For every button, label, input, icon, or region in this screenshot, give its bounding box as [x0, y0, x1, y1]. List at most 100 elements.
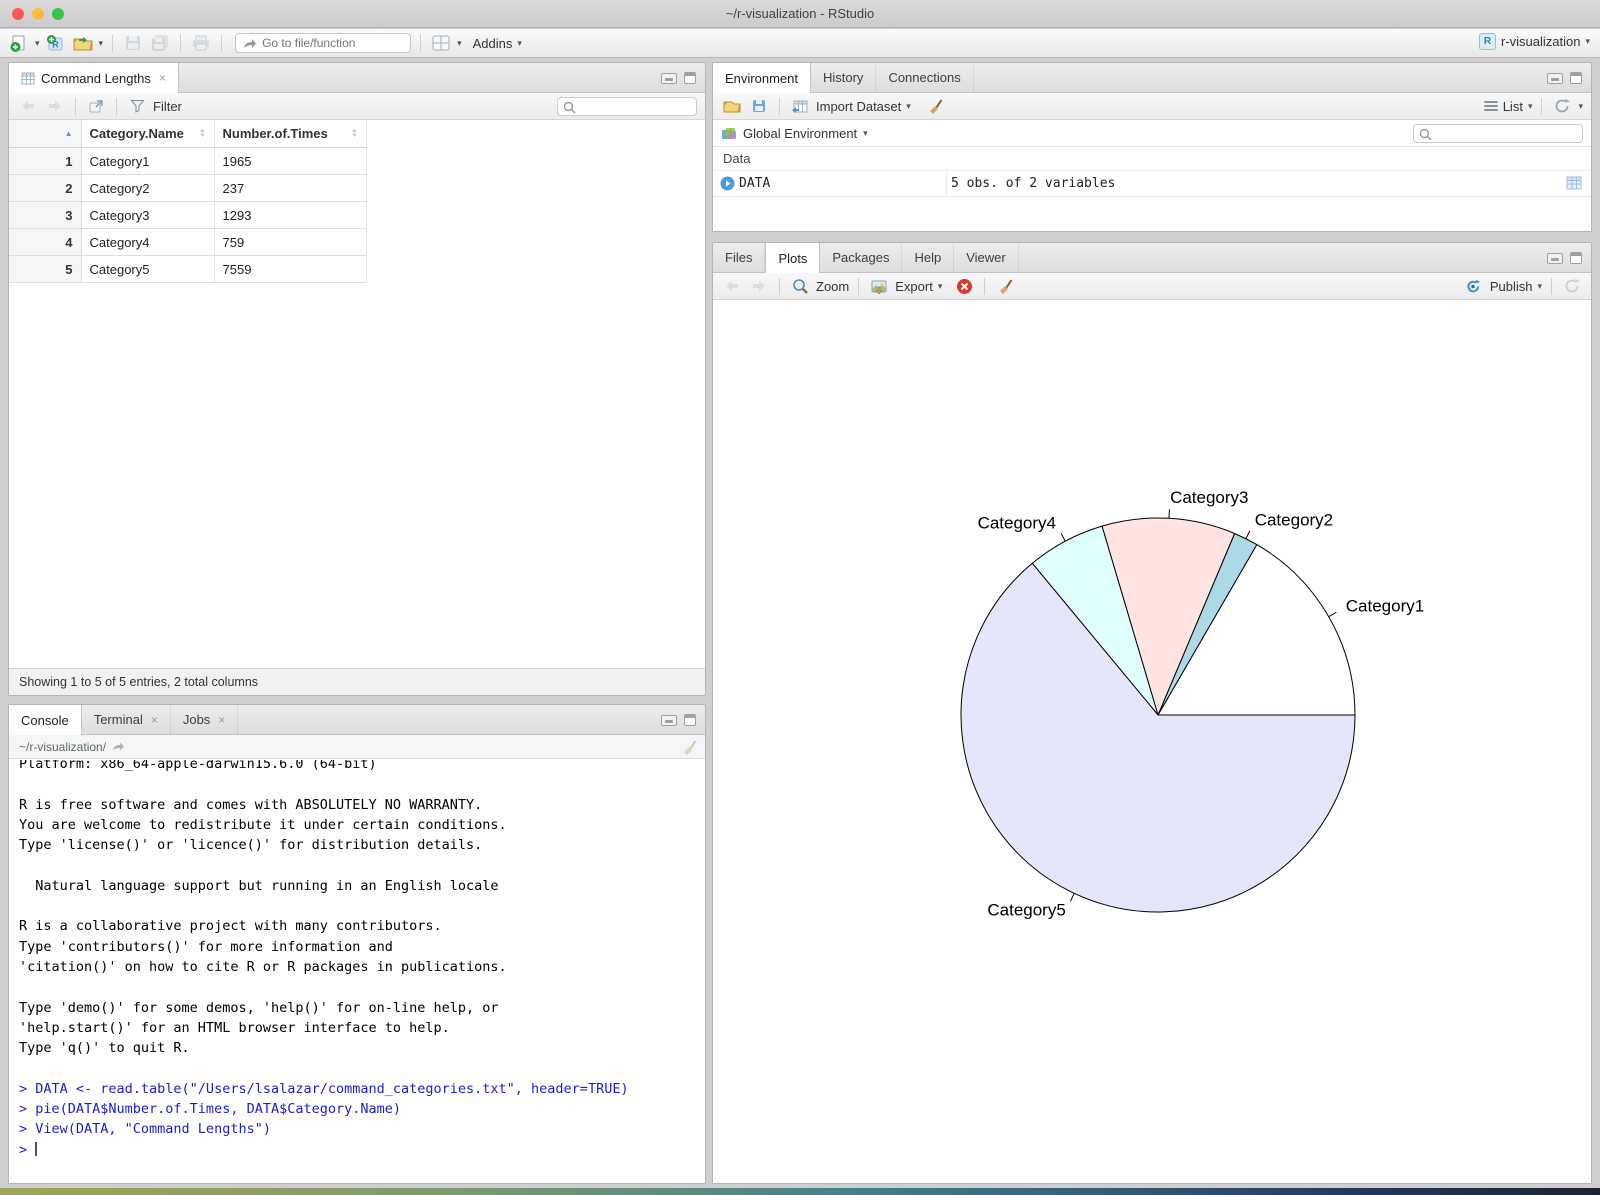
table-row[interactable]: 1 Category1 1965 [9, 147, 367, 175]
import-dataset-label[interactable]: Import Dataset [816, 99, 901, 114]
console-prompt-line[interactable]: > [19, 1140, 705, 1160]
view-table-icon[interactable] [1566, 176, 1582, 190]
row-number-header[interactable]: ▲ [9, 120, 82, 148]
tab-plots[interactable]: Plots [765, 243, 821, 273]
tab-command-lengths[interactable]: Command Lengths × [9, 63, 179, 93]
addins-caret-icon[interactable]: ▾ [517, 38, 522, 48]
forward-icon[interactable] [44, 95, 66, 117]
pane-layout-icon[interactable] [430, 32, 452, 54]
environment-scope-label[interactable]: Global Environment [743, 126, 857, 141]
remove-plot-icon[interactable] [953, 275, 975, 297]
viewer-search-box[interactable] [557, 96, 697, 116]
next-plot-icon[interactable] [748, 275, 770, 297]
print-icon[interactable] [190, 32, 212, 54]
table-row[interactable]: 4 Category4 759 [9, 228, 367, 256]
maximize-pane-button[interactable] [684, 72, 696, 84]
tab-files[interactable]: Files [713, 243, 766, 272]
tab-connections[interactable]: Connections [876, 63, 974, 92]
maximize-pane-button[interactable] [1570, 252, 1582, 264]
console-command-line: > View(DATA, "Command Lengths") [19, 1121, 271, 1138]
new-file-icon[interactable] [8, 32, 30, 54]
sort-icons[interactable]: ▲ ▼ [200, 128, 206, 139]
refresh-caret-icon[interactable]: ▾ [1578, 101, 1583, 111]
console-output[interactable]: Platform: x86_64-apple-darwin15.6.0 (64-… [9, 760, 705, 1183]
minimize-pane-button[interactable] [661, 714, 677, 726]
list-view-label[interactable]: List [1503, 99, 1523, 114]
publish-label[interactable]: Publish [1490, 279, 1533, 294]
tab-help[interactable]: Help [902, 243, 955, 272]
clear-console-icon[interactable] [681, 739, 697, 758]
open-file-icon[interactable] [72, 32, 94, 54]
save-workspace-icon[interactable] [748, 95, 770, 117]
column-header-number-of-times[interactable]: Number.of.Times ▲ ▼ [214, 120, 367, 148]
project-chooser[interactable]: R r-visualization ▾ [1478, 33, 1590, 50]
list-view-caret-icon[interactable]: ▾ [1528, 101, 1533, 111]
tab-packages[interactable]: Packages [820, 243, 903, 272]
minimize-pane-button[interactable] [1547, 72, 1563, 84]
pane-layout-caret-icon[interactable]: ▾ [457, 38, 462, 48]
open-file-caret-icon[interactable]: ▾ [99, 38, 104, 48]
refresh-icon[interactable] [1551, 95, 1573, 117]
console-output-line: Type 'contributors()' for more informati… [19, 938, 393, 955]
export-plot-icon[interactable] [868, 275, 890, 297]
column-header-category-name[interactable]: Category.Name ▲ ▼ [81, 120, 215, 148]
expand-object-icon[interactable] [720, 176, 735, 191]
text-cursor [35, 1141, 38, 1156]
filter-label[interactable]: Filter [153, 99, 182, 114]
previous-plot-icon[interactable] [721, 275, 743, 297]
tab-terminal[interactable]: Terminal × [82, 705, 171, 734]
publish-icon[interactable] [1463, 275, 1485, 297]
clear-all-plots-icon[interactable] [994, 275, 1016, 297]
environment-tabstrip: Environment History Connections [713, 63, 1591, 93]
publish-caret-icon[interactable]: ▾ [1537, 281, 1542, 291]
console-output-line: Type 'demo()' for some demos, 'help()' f… [19, 999, 499, 1016]
save-icon[interactable] [122, 32, 144, 54]
cell-number-of-times: 1293 [214, 201, 367, 229]
maximize-pane-button[interactable] [1570, 72, 1582, 84]
open-in-new-window-icon[interactable] [85, 95, 107, 117]
import-dataset-icon[interactable] [789, 95, 811, 117]
sort-icons[interactable]: ▲ ▼ [352, 128, 358, 139]
tab-environment[interactable]: Environment [713, 63, 811, 93]
save-all-icon[interactable] [149, 32, 171, 54]
load-workspace-icon[interactable] [721, 95, 743, 117]
tab-console[interactable]: Console [9, 705, 82, 735]
close-tab-icon[interactable]: × [151, 713, 158, 727]
refresh-plot-icon[interactable] [1561, 275, 1583, 297]
zoom-plot-icon[interactable] [789, 275, 811, 297]
filter-icon[interactable] [126, 95, 148, 117]
minimize-pane-button[interactable] [661, 72, 677, 84]
goto-file-box[interactable] [235, 33, 412, 53]
environment-search-input[interactable] [1436, 125, 1576, 141]
maximize-pane-button[interactable] [684, 714, 696, 726]
tab-jobs[interactable]: Jobs × [171, 705, 239, 734]
goto-file-input[interactable] [262, 35, 408, 51]
environment-search-box[interactable] [1413, 123, 1583, 143]
table-row[interactable]: 2 Category2 237 [9, 174, 367, 202]
table-row[interactable]: 5 Category5 7559 [9, 255, 367, 283]
import-dataset-caret-icon[interactable]: ▾ [906, 101, 911, 111]
environment-scope-caret-icon[interactable]: ▾ [863, 128, 868, 138]
goto-directory-icon[interactable] [112, 741, 125, 752]
global-environment-icon [722, 127, 736, 139]
cell-category-name: Category3 [81, 201, 215, 229]
close-tab-icon[interactable]: × [159, 71, 166, 85]
viewer-search-input[interactable] [580, 98, 690, 114]
list-view-icon[interactable] [1483, 99, 1498, 113]
tab-viewer[interactable]: Viewer [954, 243, 1019, 272]
minimize-pane-button[interactable] [1547, 252, 1563, 264]
clear-environment-icon[interactable] [924, 95, 946, 117]
close-tab-icon[interactable]: × [218, 713, 225, 727]
table-row[interactable]: 3 Category3 1293 [9, 201, 367, 229]
tab-history[interactable]: History [811, 63, 877, 92]
new-file-caret-icon[interactable]: ▾ [35, 38, 40, 48]
new-project-icon[interactable]: R [45, 32, 67, 54]
project-caret-icon: ▾ [1585, 36, 1590, 46]
environment-object-row[interactable]: DATA 5 obs. of 2 variables [713, 171, 1591, 197]
export-plot-label[interactable]: Export [895, 279, 933, 294]
addins-menu[interactable]: Addins [473, 36, 513, 51]
back-icon[interactable] [17, 95, 39, 117]
export-plot-caret-icon[interactable]: ▾ [938, 281, 943, 291]
zoom-plot-label[interactable]: Zoom [816, 279, 849, 294]
